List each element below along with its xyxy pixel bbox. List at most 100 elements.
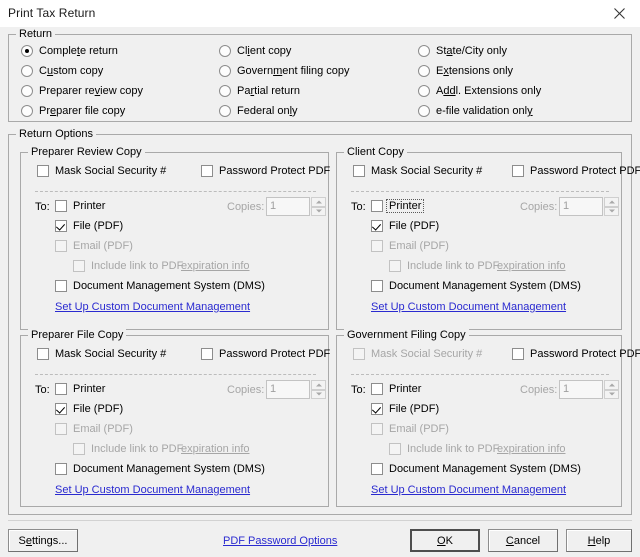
stepper-down-icon[interactable]	[604, 206, 619, 216]
copies-stepper-buttons	[604, 197, 619, 216]
checkbox-label: Printer	[386, 199, 425, 213]
checkbox-mask-ssn[interactable]: Mask Social Security #	[37, 348, 166, 360]
window-title: Print Tax Return	[8, 6, 96, 20]
panel-separator	[351, 374, 609, 375]
checkbox-indicator	[55, 383, 67, 395]
checkbox-printer[interactable]: Printer	[371, 199, 425, 213]
panel-client-copy: Client Copy Mask Social Security # Passw…	[336, 146, 640, 330]
radio-government-filing-copy[interactable]: Government filing copy	[219, 65, 350, 77]
radio-custom-copy[interactable]: Custom copy	[21, 65, 103, 77]
checkbox-mask-ssn[interactable]: Mask Social Security #	[353, 165, 482, 177]
panel-title: Government Filing Copy	[344, 329, 469, 341]
checkbox-file-pdf[interactable]: File (PDF)	[371, 220, 439, 232]
ok-button[interactable]: OK	[410, 529, 480, 552]
radio-preparer-file-copy[interactable]: Preparer file copy	[21, 105, 125, 117]
checkbox-indicator	[512, 348, 524, 360]
checkbox-indicator	[371, 280, 383, 292]
ok-button-label: OK	[437, 534, 453, 547]
checkbox-label: File (PDF)	[73, 220, 124, 232]
checkbox-dms[interactable]: Document Management System (DMS)	[371, 463, 581, 475]
radio-federal-only[interactable]: Federal only	[219, 105, 298, 117]
radio-indicator	[219, 45, 231, 57]
checkbox-email-pdf: Email (PDF)	[371, 423, 449, 435]
checkbox-indicator	[55, 423, 67, 435]
checkbox-label: Password Protect PDF	[530, 165, 640, 177]
checkbox-indicator	[37, 165, 49, 177]
title-bar: Print Tax Return	[0, 0, 640, 28]
return-group: Return Complete return Custom copy Prepa…	[8, 28, 632, 122]
link-expiration-info[interactable]: expiration info	[181, 260, 250, 272]
radio-partial-return[interactable]: Partial return	[219, 85, 300, 97]
radio-label: Preparer file copy	[39, 105, 126, 117]
radio-preparer-review-copy[interactable]: Preparer review copy	[21, 85, 143, 97]
checkbox-printer[interactable]: Printer	[371, 383, 421, 395]
radio-efile-validation-only[interactable]: e-file validation only	[418, 105, 533, 117]
link-expiration-info[interactable]: expiration info	[181, 443, 250, 455]
checkbox-file-pdf[interactable]: File (PDF)	[55, 220, 123, 232]
copies-label: Copies:	[227, 201, 265, 213]
checkbox-indicator	[512, 165, 524, 177]
checkbox-file-pdf[interactable]: File (PDF)	[371, 403, 439, 415]
cancel-button[interactable]: Cancel	[488, 529, 558, 552]
copies-stepper[interactable]: 1	[266, 197, 326, 216]
radio-addl-extensions-only[interactable]: Addl. Extensions only	[418, 85, 541, 97]
stepper-up-icon[interactable]	[604, 197, 619, 207]
stepper-down-icon[interactable]	[604, 389, 619, 399]
checkbox-label: Password Protect PDF	[530, 348, 640, 360]
radio-indicator	[418, 105, 430, 117]
checkbox-printer[interactable]: Printer	[55, 383, 105, 395]
help-button[interactable]: Help	[566, 529, 632, 552]
checkbox-label: Document Management System (DMS)	[73, 463, 265, 475]
link-expiration-info[interactable]: expiration info	[497, 260, 566, 272]
link-setup-custom-document-management[interactable]: Set Up Custom Document Management	[371, 484, 566, 496]
checkbox-password-protect-pdf[interactable]: Password Protect PDF	[201, 165, 330, 177]
checkbox-indicator	[55, 200, 67, 212]
checkbox-label: Mask Social Security #	[371, 165, 483, 177]
copies-input[interactable]: 1	[266, 380, 310, 399]
checkbox-password-protect-pdf[interactable]: Password Protect PDF	[512, 165, 640, 177]
panel-title: Preparer Review Copy	[28, 146, 145, 158]
copies-stepper[interactable]: 1	[559, 197, 619, 216]
checkbox-file-pdf[interactable]: File (PDF)	[55, 403, 123, 415]
checkbox-password-protect-pdf[interactable]: Password Protect PDF	[201, 348, 330, 360]
stepper-up-icon[interactable]	[311, 380, 326, 390]
copies-label: Copies:	[227, 384, 265, 396]
checkbox-printer[interactable]: Printer	[55, 200, 105, 212]
stepper-down-icon[interactable]	[311, 206, 326, 216]
checkbox-password-protect-pdf[interactable]: Password Protect PDF	[512, 348, 640, 360]
stepper-up-icon[interactable]	[311, 197, 326, 207]
radio-complete-return[interactable]: Complete return	[21, 45, 118, 57]
radio-extensions-only[interactable]: Extensions only	[418, 65, 513, 77]
link-setup-custom-document-management[interactable]: Set Up Custom Document Management	[55, 301, 250, 313]
checkbox-mask-ssn[interactable]: Mask Social Security #	[37, 165, 166, 177]
settings-button[interactable]: Settings...	[8, 529, 78, 552]
checkbox-label: File (PDF)	[73, 403, 124, 415]
checkbox-label: Include link to PDF	[407, 443, 500, 455]
radio-client-copy[interactable]: Client copy	[219, 45, 291, 57]
copies-stepper[interactable]: 1	[559, 380, 619, 399]
link-setup-custom-document-management[interactable]: Set Up Custom Document Management	[371, 301, 566, 313]
radio-state-city-only[interactable]: State/City only	[418, 45, 507, 57]
copies-stepper-buttons	[604, 380, 619, 399]
link-setup-custom-document-management[interactable]: Set Up Custom Document Management	[55, 484, 250, 496]
panel-preparer-file-copy: Preparer File Copy Mask Social Security …	[20, 329, 330, 507]
checkbox-dms[interactable]: Document Management System (DMS)	[55, 280, 265, 292]
checkbox-dms[interactable]: Document Management System (DMS)	[55, 463, 265, 475]
checkbox-dms[interactable]: Document Management System (DMS)	[371, 280, 581, 292]
radio-label: Federal only	[237, 105, 298, 117]
help-button-label: Help	[587, 534, 611, 547]
link-expiration-info[interactable]: expiration info	[497, 443, 566, 455]
copies-input[interactable]: 1	[266, 197, 310, 216]
return-options-group: Return Options Preparer Review Copy Mask…	[8, 128, 640, 515]
radio-indicator	[219, 85, 231, 97]
copies-input[interactable]: 1	[559, 380, 603, 399]
link-pdf-password-options[interactable]: PDF Password Options	[223, 535, 337, 547]
copies-stepper[interactable]: 1	[266, 380, 326, 399]
stepper-up-icon[interactable]	[604, 380, 619, 390]
checkbox-label: Include link to PDF	[91, 260, 184, 272]
copies-input[interactable]: 1	[559, 197, 603, 216]
close-icon[interactable]	[598, 0, 640, 26]
return-group-title: Return	[16, 28, 56, 40]
stepper-down-icon[interactable]	[311, 389, 326, 399]
checkbox-indicator	[73, 443, 85, 455]
